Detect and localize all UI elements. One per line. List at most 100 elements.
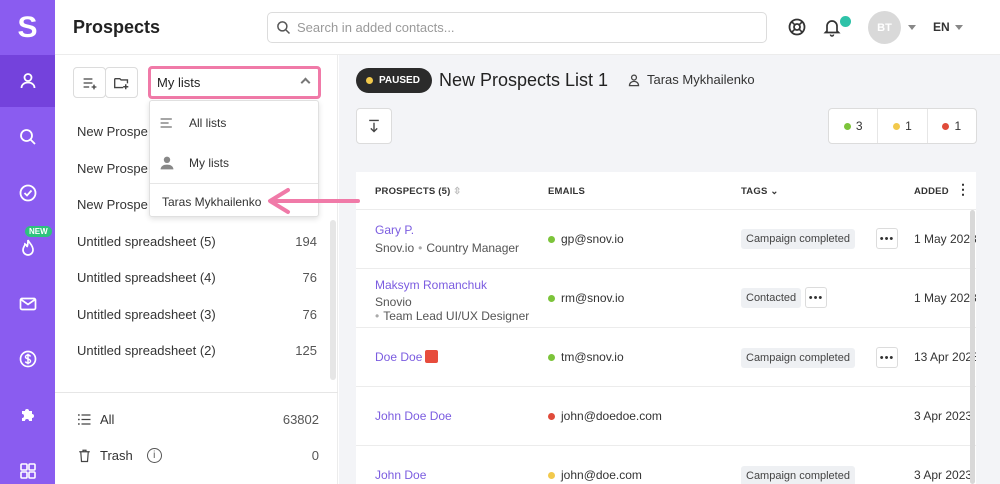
all-label: All bbox=[100, 412, 115, 427]
app-logo[interactable]: S bbox=[0, 0, 55, 55]
counter-red[interactable]: 1 bbox=[928, 109, 976, 143]
prospect-name[interactable]: Gary P. bbox=[375, 223, 414, 237]
table-row[interactable]: Maksym Romanchuk Snovio • Team Lead UI/UX… bbox=[356, 269, 976, 328]
mail-icon bbox=[19, 297, 36, 311]
chevron-down-icon[interactable] bbox=[955, 25, 963, 30]
tag-badge[interactable]: Campaign completed bbox=[741, 466, 855, 484]
list-item[interactable]: Untitled spreadsheet (4) 76 bbox=[77, 270, 317, 285]
language-selector[interactable]: EN bbox=[933, 20, 950, 34]
counter-value: 3 bbox=[855, 119, 863, 133]
trash-label: Trash bbox=[100, 448, 133, 463]
list-item[interactable]: Untitled spreadsheet (3) 76 bbox=[77, 307, 317, 322]
status-dot bbox=[893, 122, 901, 130]
list-icon bbox=[77, 414, 91, 425]
download-icon bbox=[369, 119, 379, 133]
chevron-down-icon: ⌄ bbox=[770, 186, 779, 197]
list-item[interactable]: Untitled spreadsheet (5) 194 bbox=[77, 234, 317, 249]
search-icon bbox=[19, 129, 36, 145]
list-count: 125 bbox=[295, 343, 317, 358]
all-lists-item[interactable]: All 63802 bbox=[77, 412, 319, 427]
search-input[interactable] bbox=[297, 20, 737, 35]
trash-item[interactable]: Trash i 0 bbox=[77, 448, 319, 463]
table-row[interactable]: Doe Doe tm@snov.io Campaign completed ••… bbox=[356, 328, 976, 387]
list-name: New Prospe bbox=[77, 124, 148, 139]
dollar-icon bbox=[19, 350, 36, 368]
email-text: rm@snov.io bbox=[561, 291, 625, 305]
prospect-details: Snov.io • Country Manager bbox=[375, 241, 520, 255]
table-row[interactable]: John Doe Doe john@doedoe.com 3 Apr 2023 bbox=[356, 387, 976, 446]
list-count: 194 bbox=[295, 234, 317, 249]
column-label: PROSPECTS (5) bbox=[375, 186, 451, 197]
avatar[interactable]: BT bbox=[868, 11, 901, 44]
more-tags-button[interactable]: ••• bbox=[805, 287, 827, 308]
info-icon[interactable]: i bbox=[146, 448, 162, 463]
option-all-lists[interactable]: All lists bbox=[150, 113, 318, 133]
email-text: john@doedoe.com bbox=[561, 409, 662, 423]
prospect-position-line: • Team Lead UI/UX Designer bbox=[375, 309, 530, 323]
nav-email[interactable] bbox=[0, 278, 55, 330]
tag-badge[interactable]: Campaign completed bbox=[741, 348, 855, 368]
table-row[interactable]: John Doe john@doe.com Campaign completed… bbox=[356, 446, 976, 484]
list-filter-select[interactable]: My lists bbox=[148, 66, 321, 99]
table-header: PROSPECTS (5) ⇳ EMAILS TAGS ⌄ ADDED ⋮ bbox=[356, 172, 976, 210]
search-box[interactable] bbox=[267, 12, 767, 43]
option-label: All lists bbox=[189, 116, 227, 130]
add-folder-button[interactable] bbox=[105, 67, 138, 98]
search-icon bbox=[277, 21, 291, 35]
list-name: Untitled spreadsheet (2) bbox=[77, 343, 216, 358]
tag-badge[interactable]: Contacted bbox=[741, 288, 802, 308]
list-item[interactable]: Untitled spreadsheet (2) 125 bbox=[77, 343, 317, 358]
nav-integrations[interactable] bbox=[0, 389, 55, 441]
more-tags-button[interactable]: ••• bbox=[876, 228, 898, 249]
more-tags-button[interactable]: ••• bbox=[876, 347, 898, 368]
nav-deals[interactable] bbox=[0, 333, 55, 385]
bell-icon[interactable] bbox=[822, 17, 842, 37]
nav-prospects[interactable] bbox=[0, 55, 55, 107]
chevron-up-icon bbox=[300, 77, 311, 88]
tag-badge[interactable]: Campaign completed bbox=[741, 229, 855, 249]
prospect-name[interactable]: John Doe Doe bbox=[375, 409, 452, 423]
status-dot bbox=[843, 122, 851, 130]
support-icon[interactable] bbox=[787, 17, 807, 37]
column-tags[interactable]: TAGS ⌄ bbox=[741, 186, 779, 197]
add-list-button[interactable] bbox=[73, 67, 106, 98]
all-count: 63802 bbox=[282, 412, 319, 427]
nav-warmup[interactable] bbox=[0, 222, 55, 274]
nav-apps[interactable] bbox=[0, 445, 55, 484]
table-row[interactable]: Gary P. Snov.io • Country Manager gp@snov.… bbox=[356, 210, 976, 269]
owner-name: Taras Mykhailenko bbox=[647, 72, 755, 87]
table-scrollbar[interactable] bbox=[970, 210, 975, 484]
column-menu-icon[interactable]: ⋮ bbox=[956, 181, 970, 198]
prospect-name[interactable]: Maksym Romanchuk bbox=[375, 278, 487, 292]
prospect-email: gp@snov.io bbox=[548, 232, 624, 246]
added-date: 3 Apr 2023 bbox=[914, 468, 973, 482]
add-folder-icon bbox=[114, 77, 129, 90]
prospects-table: PROSPECTS (5) ⇳ EMAILS TAGS ⌄ ADDED ⋮ Ga… bbox=[356, 172, 976, 484]
prospect-name[interactable]: John Doe bbox=[375, 468, 426, 482]
prospect-email: rm@snov.io bbox=[548, 291, 624, 305]
nav-search[interactable] bbox=[0, 111, 55, 163]
export-button[interactable] bbox=[356, 108, 392, 144]
lines-icon bbox=[160, 118, 172, 128]
added-date: 1 May 2023 bbox=[914, 232, 976, 246]
counter-green[interactable]: 3 bbox=[829, 109, 879, 143]
chevron-down-icon[interactable] bbox=[908, 25, 916, 30]
list-name: Untitled spreadsheet (5) bbox=[77, 234, 216, 249]
trash-count: 0 bbox=[311, 448, 319, 463]
email-status-dot bbox=[548, 294, 555, 302]
email-status-dot bbox=[548, 235, 555, 243]
list-filter-value: My lists bbox=[157, 75, 201, 90]
counter-yellow[interactable]: 1 bbox=[878, 109, 928, 143]
email-text: gp@snov.io bbox=[561, 232, 624, 246]
lists-scrollbar[interactable] bbox=[330, 220, 336, 380]
grid-icon bbox=[19, 463, 36, 479]
prospect-name[interactable]: Doe Doe bbox=[375, 350, 439, 364]
nav-verify[interactable] bbox=[0, 167, 55, 219]
prospect-company: Snovio bbox=[375, 295, 412, 309]
list-name: Untitled spreadsheet (3) bbox=[77, 307, 216, 322]
prospect-position: Country Manager bbox=[426, 241, 520, 255]
column-prospects[interactable]: PROSPECTS (5) ⇳ bbox=[375, 186, 461, 197]
status-badge[interactable]: PAUSED bbox=[356, 68, 432, 93]
option-my-lists[interactable]: My lists bbox=[150, 153, 318, 173]
list-count: 76 bbox=[302, 270, 317, 285]
